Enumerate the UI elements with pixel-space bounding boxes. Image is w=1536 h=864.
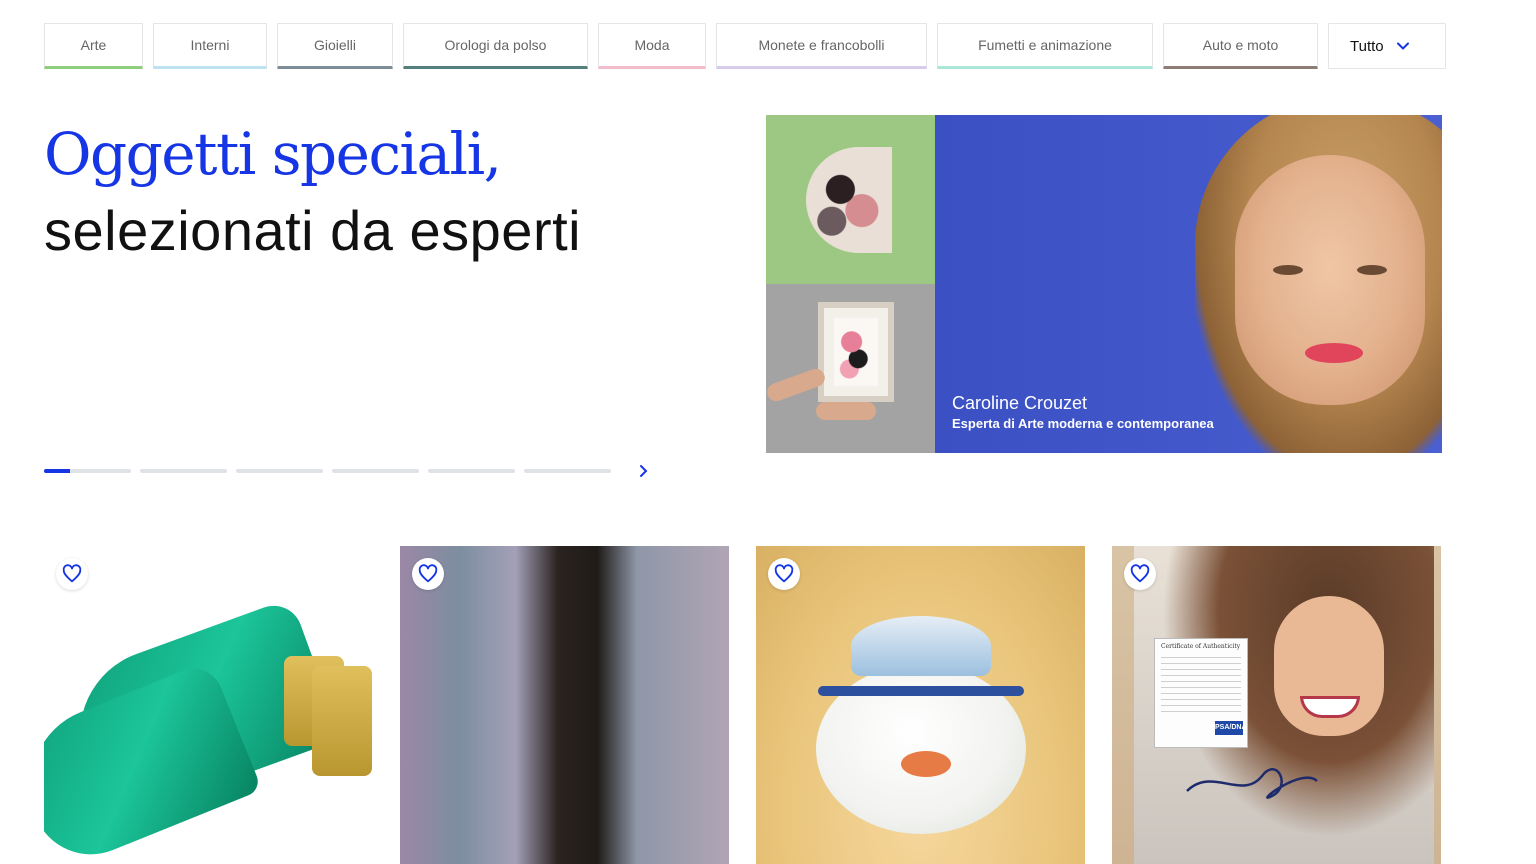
category-orologi[interactable]: Orologi da polso: [403, 23, 588, 69]
category-interni[interactable]: Interni: [153, 23, 267, 69]
hero-banner[interactable]: Caroline Crouzet Esperta di Arte moderna…: [766, 115, 1442, 453]
carousel-progress-fill: [44, 469, 71, 473]
carousel-segment[interactable]: [44, 469, 131, 473]
hero-heading: Oggetti speciali, selezionati da esperti: [44, 118, 581, 272]
favorite-button[interactable]: [412, 558, 444, 590]
hero-title-line2: selezionati da esperti: [44, 199, 582, 262]
category-bar: Arte Interni Gioielli Orologi da polso M…: [44, 23, 1446, 69]
chevron-right-icon[interactable]: [634, 462, 652, 480]
heart-icon: [62, 564, 82, 583]
all-categories-dropdown[interactable]: Tutto: [1328, 23, 1446, 69]
product-card[interactable]: [756, 546, 1085, 864]
hand-image: [816, 402, 876, 420]
framed-artwork-tile: [766, 284, 935, 453]
psa-badge: PSA/DNA: [1215, 721, 1247, 735]
carousel-segment[interactable]: [332, 469, 419, 473]
carousel-indicator: [44, 462, 652, 480]
category-monete[interactable]: Monete e francobolli: [716, 23, 927, 69]
favorite-button[interactable]: [1124, 558, 1156, 590]
category-arte[interactable]: Arte: [44, 23, 143, 69]
category-auto-moto[interactable]: Auto e moto: [1163, 23, 1318, 69]
carousel-segment[interactable]: [524, 469, 611, 473]
product-card[interactable]: [44, 546, 373, 864]
carousel-segment[interactable]: [140, 469, 227, 473]
heart-icon: [1130, 564, 1150, 583]
certificate-of-authenticity: Certificate of Authenticity PSA/DNA: [1154, 638, 1248, 748]
chevron-down-icon: [1396, 39, 1410, 53]
favorite-button[interactable]: [768, 558, 800, 590]
category-moda[interactable]: Moda: [598, 23, 706, 69]
artwork-image: [806, 147, 892, 253]
product-grid: Certificate of Authenticity PSA/DNA: [44, 546, 1441, 864]
expert-name: Caroline Crouzet: [952, 393, 1088, 413]
all-categories-label: Tutto: [1350, 37, 1384, 55]
heart-icon: [774, 564, 794, 583]
category-fumetti[interactable]: Fumetti e animazione: [937, 23, 1153, 69]
expert-role: Esperta di Arte moderna e contemporanea: [952, 416, 1214, 431]
favorite-button[interactable]: [56, 558, 88, 590]
signature-image: [1186, 768, 1318, 799]
artwork-tile: [766, 115, 935, 284]
product-card[interactable]: Certificate of Authenticity PSA/DNA: [1112, 546, 1441, 864]
expert-caption: Caroline Crouzet Esperta di Arte moderna…: [952, 391, 1214, 433]
heart-icon: [418, 564, 438, 583]
hero-title-line1: Oggetti speciali,: [44, 120, 502, 188]
certificate-title: Certificate of Authenticity: [1161, 643, 1241, 650]
carousel-segment[interactable]: [236, 469, 323, 473]
product-card[interactable]: [400, 546, 729, 864]
category-gioielli[interactable]: Gioielli: [277, 23, 393, 69]
carousel-segment[interactable]: [428, 469, 515, 473]
framed-artwork: [818, 302, 894, 402]
